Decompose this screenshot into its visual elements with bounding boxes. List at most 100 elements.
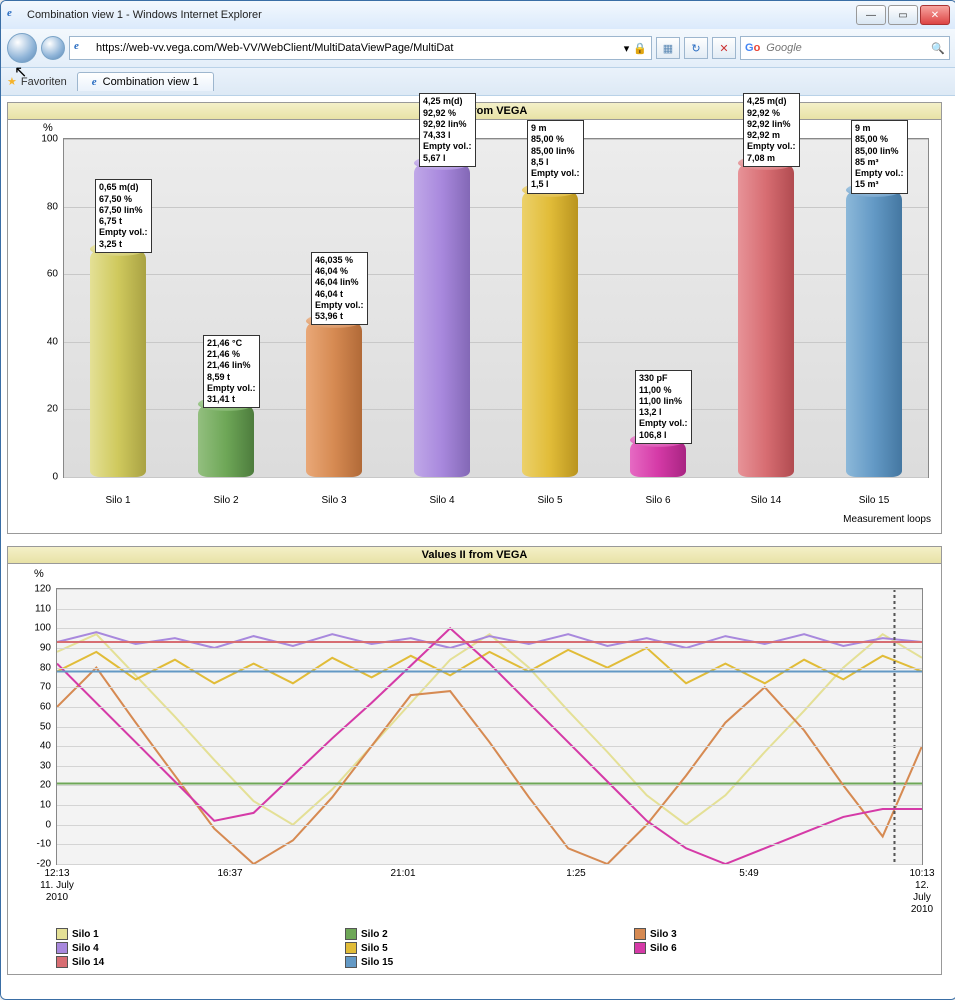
line-y-tick: 120 — [23, 584, 51, 595]
data-label: 0,65 m(d) 67,50 % 67,50 lin% 6,75 t Empt… — [95, 179, 152, 253]
legend-swatch — [56, 928, 68, 940]
x-axis-title: Measurement loops — [843, 514, 931, 525]
maximize-button[interactable]: ▭ — [888, 5, 918, 25]
line-y-tick: 100 — [23, 623, 51, 634]
close-button[interactable]: ✕ — [920, 5, 950, 25]
ie-icon: e — [7, 7, 23, 23]
line-chart: % -20-10010203040506070809010011012012:1… — [8, 564, 941, 974]
line-panel-title: Values II from VEGA — [8, 547, 941, 564]
line-y-tick: 110 — [23, 603, 51, 614]
line-y-tick: 20 — [23, 780, 51, 791]
search-go-icon[interactable]: 🔍 — [931, 42, 945, 55]
legend-swatch — [634, 928, 646, 940]
legend-swatch — [56, 956, 68, 968]
legend-item: Silo 15 — [345, 956, 634, 968]
legend-item: Silo 1 — [56, 928, 345, 940]
line-y-tick: 90 — [23, 642, 51, 653]
y-tick: 0 — [34, 472, 58, 483]
line-y-tick: 30 — [23, 760, 51, 771]
line-x-tick: 1:25 — [566, 868, 585, 880]
tab-label: Combination view 1 — [103, 76, 199, 88]
tab-icon: e — [92, 76, 97, 88]
legend-item: Silo 6 — [634, 942, 923, 954]
line-y-tick: 80 — [23, 662, 51, 673]
legend-swatch — [56, 942, 68, 954]
favorites-button[interactable]: ★ Favoriten — [7, 75, 67, 88]
y-tick: 40 — [34, 336, 58, 347]
bar-chart-panel: Values II from VEGA % 0204060801000,65 m… — [7, 102, 942, 534]
stop-button[interactable]: ✕ — [712, 37, 736, 59]
data-label: 4,25 m(d) 92,92 % 92,92 lin% 92,92 m Emp… — [743, 93, 800, 167]
url-input[interactable] — [94, 41, 620, 55]
legend-item: Silo 3 — [634, 928, 923, 940]
line-y-tick: 50 — [23, 721, 51, 732]
line-x-tick: 10:1312. July2010 — [909, 868, 934, 916]
dropdown-icon[interactable]: ▾ — [624, 42, 630, 55]
legend-swatch — [345, 942, 357, 954]
data-label: 4,25 m(d) 92,92 % 92,92 lin% 74,33 l Emp… — [419, 93, 476, 167]
x-tick: Silo 6 — [645, 495, 670, 506]
favorites-label: Favoriten — [21, 76, 67, 88]
line-y-tick: 0 — [23, 819, 51, 830]
legend-item: Silo 14 — [56, 956, 345, 968]
search-bar[interactable]: Go 🔍 — [740, 36, 950, 60]
compat-button[interactable]: ▦ — [656, 37, 680, 59]
y-axis-unit: % — [43, 122, 53, 134]
browser-window: ↖ e Combination view 1 - Windows Interne… — [0, 0, 955, 1000]
y-tick: 100 — [34, 134, 58, 145]
legend-label: Silo 3 — [650, 929, 677, 940]
lock-icon: 🔒 — [633, 42, 647, 55]
page-content: Values II from VEGA % 0204060801000,65 m… — [1, 96, 955, 999]
search-input[interactable] — [764, 41, 927, 55]
data-label: 9 m 85,00 % 85,00 lin% 85 m³ Empty vol.:… — [851, 120, 908, 194]
line-chart-panel: Values II from VEGA % -20-10010203040506… — [7, 546, 942, 975]
line-x-tick: 12:1311. July2010 — [40, 868, 74, 904]
legend-swatch — [634, 942, 646, 954]
y-tick: 20 — [34, 404, 58, 415]
line-y-tick: 60 — [23, 701, 51, 712]
x-tick: Silo 1 — [105, 495, 130, 506]
y-tick: 60 — [34, 269, 58, 280]
legend-item: Silo 5 — [345, 942, 634, 954]
line-y-tick: 10 — [23, 800, 51, 811]
series-silo-5 — [57, 648, 922, 683]
back-button[interactable] — [7, 33, 37, 63]
x-tick: Silo 3 — [321, 495, 346, 506]
minimize-button[interactable]: — — [856, 5, 886, 25]
data-label: 330 pF 11,00 % 11,00 lin% 13,2 l Empty v… — [635, 370, 692, 444]
legend: Silo 1 Silo 2 Silo 3 Silo 4 Silo 5 Silo 6 Silo… — [56, 928, 923, 968]
tabs-bar: ★ Favoriten e Combination view 1 — [1, 68, 955, 96]
legend-label: Silo 5 — [361, 943, 388, 954]
line-x-tick: 5:49 — [739, 868, 758, 880]
line-y-tick: 40 — [23, 741, 51, 752]
line-y-tick: -10 — [23, 839, 51, 850]
page-icon: e — [74, 40, 90, 56]
legend-item: Silo 4 — [56, 942, 345, 954]
address-bar[interactable]: e ▾ 🔒 — [69, 36, 652, 60]
x-tick: Silo 4 — [429, 495, 454, 506]
legend-label: Silo 14 — [72, 957, 104, 968]
x-tick: Silo 14 — [751, 495, 782, 506]
legend-label: Silo 1 — [72, 929, 99, 940]
x-tick: Silo 2 — [213, 495, 238, 506]
data-label: 21,46 °C 21,46 % 21,46 lin% 8,59 t Empty… — [203, 335, 260, 409]
bar-chart: % 0204060801000,65 m(d) 67,50 % 67,50 li… — [8, 120, 941, 533]
legend-label: Silo 4 — [72, 943, 99, 954]
window-title: Combination view 1 - Windows Internet Ex… — [27, 9, 856, 21]
forward-button[interactable] — [41, 36, 65, 60]
line-y-tick: 70 — [23, 682, 51, 693]
data-label: 46,035 % 46,04 % 46,04 lin% 46,04 t Empt… — [311, 252, 368, 326]
x-tick: Silo 5 — [537, 495, 562, 506]
refresh-button[interactable]: ↻ — [684, 37, 708, 59]
legend-swatch — [345, 956, 357, 968]
titlebar: e Combination view 1 - Windows Internet … — [1, 1, 955, 29]
legend-swatch — [345, 928, 357, 940]
x-tick: Silo 15 — [859, 495, 890, 506]
google-icon: Go — [745, 42, 760, 54]
tab-combination-view[interactable]: e Combination view 1 — [77, 72, 214, 91]
legend-label: Silo 6 — [650, 943, 677, 954]
legend-label: Silo 15 — [361, 957, 393, 968]
legend-item: Silo 2 — [345, 928, 634, 940]
line-x-tick: 16:37 — [217, 868, 242, 880]
line-y-unit: % — [34, 568, 44, 580]
